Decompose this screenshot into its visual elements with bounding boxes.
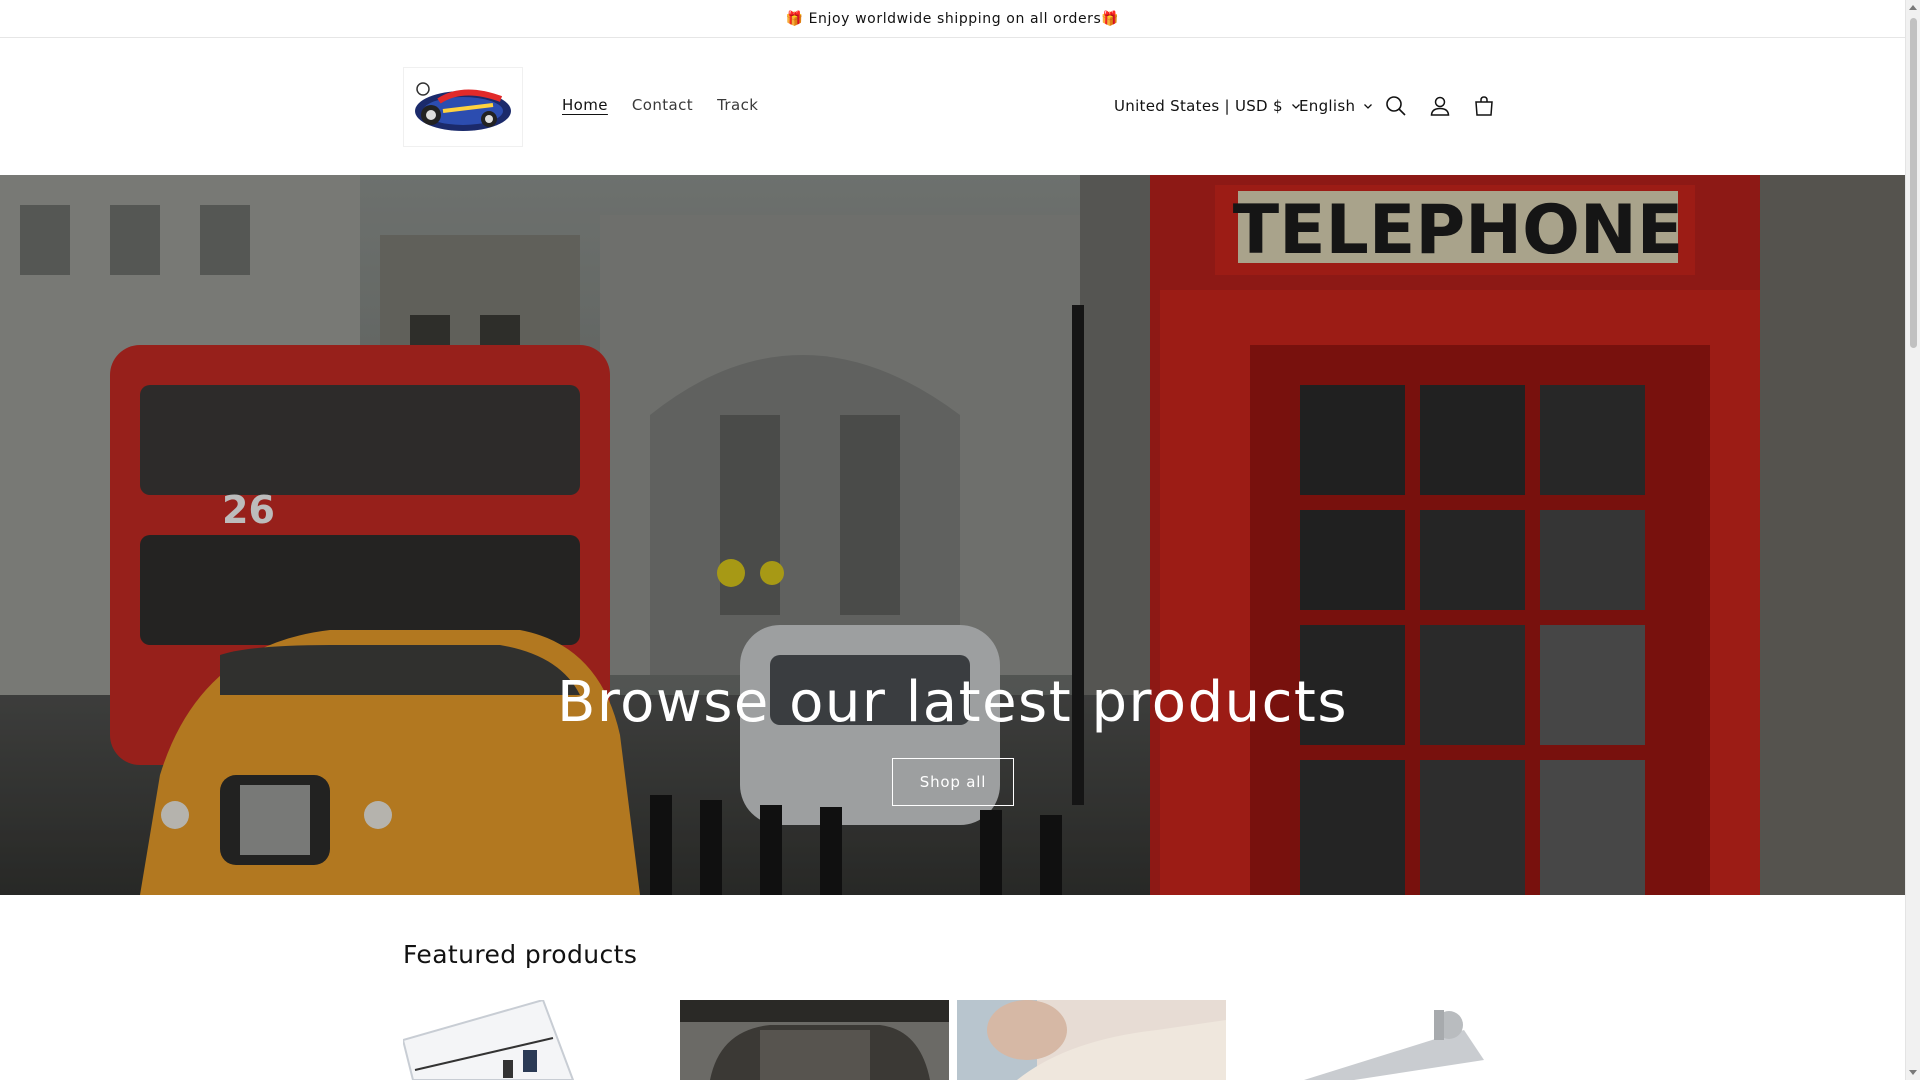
product-image bbox=[957, 1000, 1226, 1080]
chevron-down-icon bbox=[1364, 104, 1373, 109]
store-logo[interactable] bbox=[403, 67, 523, 147]
country-selector-label: United States | USD $ bbox=[1114, 97, 1283, 115]
product-card[interactable] bbox=[1234, 1000, 1503, 1080]
country-selector[interactable]: United States | USD $ bbox=[1114, 97, 1301, 115]
site-header: Home Contact Track United States | USD $… bbox=[0, 38, 1905, 175]
product-image bbox=[1234, 1000, 1503, 1080]
nav-contact[interactable]: Contact bbox=[632, 96, 693, 114]
nav-track[interactable]: Track bbox=[717, 96, 758, 114]
language-selector-label: English bbox=[1299, 97, 1356, 115]
hero-title: Browse our latest products bbox=[556, 670, 1349, 735]
announcement-text: 🎁 Enjoy worldwide shipping on all orders… bbox=[785, 10, 1120, 27]
product-image bbox=[403, 1000, 672, 1080]
shop-all-button[interactable]: Shop all bbox=[892, 758, 1014, 806]
featured-products-title: Featured products bbox=[403, 940, 638, 969]
product-card[interactable] bbox=[957, 1000, 1226, 1080]
hero-banner: 26 TELEPHONE Browse our latest products … bbox=[0, 175, 1905, 895]
product-card[interactable] bbox=[403, 1000, 672, 1080]
product-image bbox=[680, 1000, 949, 1080]
announcement-bar: 🎁 Enjoy worldwide shipping on all orders… bbox=[0, 0, 1905, 38]
scroll-down-icon[interactable] bbox=[1909, 1070, 1917, 1075]
search-icon[interactable] bbox=[1383, 93, 1409, 119]
nav-home[interactable]: Home bbox=[562, 96, 608, 114]
main-nav: Home Contact Track bbox=[562, 96, 758, 114]
logo-image bbox=[415, 82, 511, 131]
page-scrollbar[interactable] bbox=[1905, 0, 1920, 1080]
scrollbar-thumb[interactable] bbox=[1910, 18, 1917, 348]
language-selector[interactable]: English bbox=[1299, 97, 1373, 115]
scroll-up-icon[interactable] bbox=[1909, 5, 1917, 10]
cart-icon[interactable] bbox=[1471, 93, 1497, 119]
product-card[interactable] bbox=[680, 1000, 949, 1080]
account-icon[interactable] bbox=[1427, 93, 1453, 119]
